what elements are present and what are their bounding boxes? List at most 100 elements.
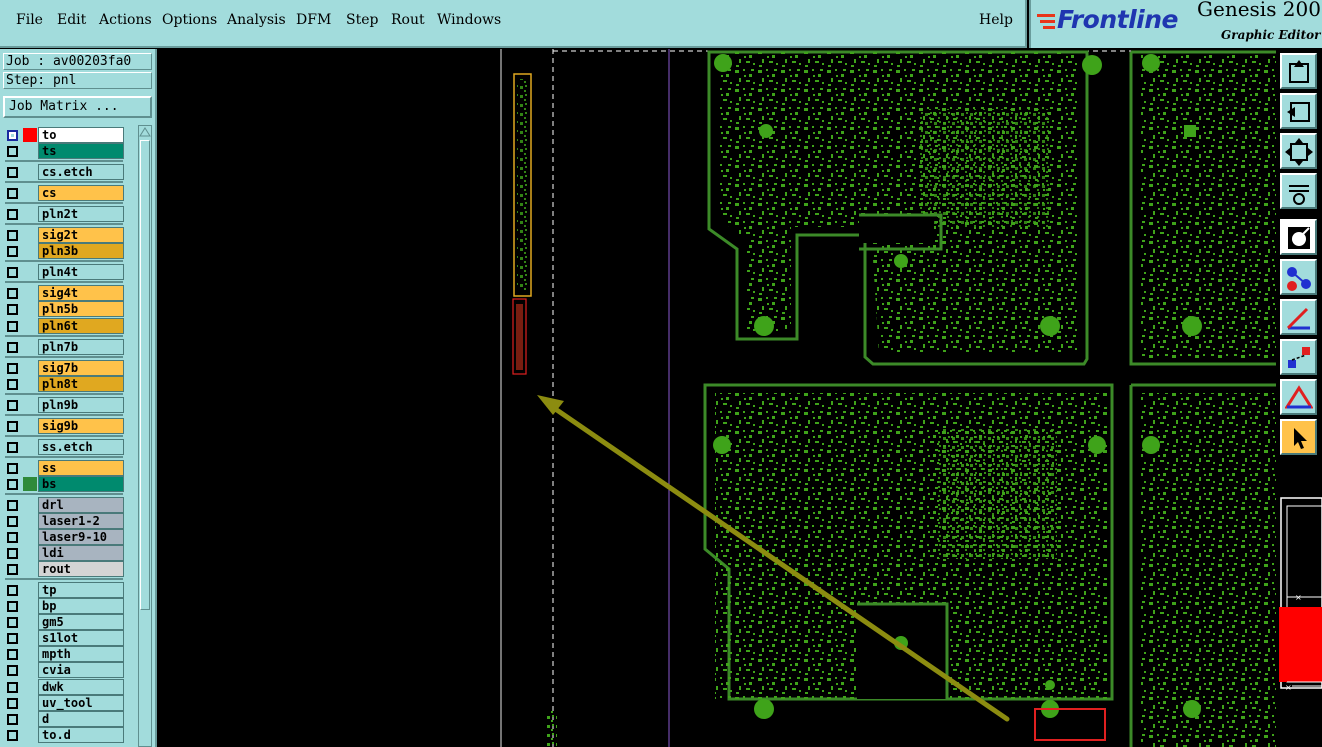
layer-row[interactable]: pln8t — [3, 375, 127, 392]
graphic-canvas[interactable] — [159, 49, 1276, 747]
layer-row[interactable]: to.d — [3, 726, 127, 743]
layer-checkbox[interactable] — [7, 209, 18, 221]
layer-color-swatch[interactable] — [23, 476, 37, 491]
triangle-button[interactable] — [1280, 379, 1317, 415]
job-matrix-button[interactable]: Job Matrix ... — [3, 96, 152, 118]
layer-checkbox[interactable] — [7, 167, 18, 179]
layer-name[interactable]: laser1-2 — [38, 513, 124, 529]
layer-row[interactable]: cs.etch — [3, 164, 127, 181]
pointer-button[interactable] — [1280, 419, 1317, 455]
layer-checkbox[interactable] — [7, 601, 18, 613]
pcb-panel-view[interactable] — [159, 49, 1276, 747]
menu-file[interactable]: File — [16, 12, 43, 28]
layer-name[interactable]: to — [38, 127, 124, 143]
layer-checkbox[interactable] — [7, 362, 18, 374]
layer-checkbox[interactable] — [7, 462, 18, 474]
layer-row[interactable]: cvia — [3, 662, 127, 679]
layer-row[interactable]: rout — [3, 561, 127, 578]
layer-checkbox[interactable] — [7, 478, 18, 490]
menu-options[interactable]: Options — [162, 12, 217, 28]
layer-checkbox[interactable] — [7, 697, 18, 709]
layer-name[interactable]: s1lot — [38, 630, 124, 647]
layer-name[interactable]: tp — [38, 582, 124, 599]
layer-name[interactable]: uv_tool — [38, 694, 124, 711]
layer-checkbox[interactable] — [7, 146, 18, 158]
layer-name[interactable]: ss — [38, 459, 124, 476]
layer-row[interactable]: sig4t — [3, 285, 127, 302]
layer-row[interactable]: ss.etch — [3, 438, 127, 455]
layer-name[interactable]: bp — [38, 598, 124, 615]
layer-name[interactable]: sig2t — [38, 227, 124, 244]
layer-checkbox[interactable] — [7, 420, 18, 432]
layer-row[interactable]: pln6t — [3, 317, 127, 334]
scroll-thumb[interactable] — [140, 140, 150, 610]
layer-checkbox[interactable] — [7, 617, 18, 629]
layer-row[interactable]: dwk — [3, 678, 127, 695]
layer-checkbox[interactable] — [7, 649, 18, 661]
menu-analysis[interactable]: Analysis — [227, 12, 286, 28]
scroll-up-arrow-icon[interactable] — [139, 126, 151, 138]
layer-row[interactable]: bp — [3, 598, 127, 615]
fit-screen-button[interactable] — [1280, 133, 1317, 169]
layer-name[interactable]: dwk — [38, 678, 124, 695]
zoom-home-button[interactable] — [1280, 53, 1317, 89]
layer-scrollbar[interactable] — [138, 125, 152, 747]
layer-row[interactable]: mpth — [3, 646, 127, 663]
layer-name[interactable]: pln9b — [38, 396, 124, 413]
layer-row[interactable]: laser9-10 — [3, 529, 127, 546]
layer-checkbox[interactable] — [7, 320, 18, 332]
layer-name[interactable]: ldi — [38, 545, 124, 562]
layer-checkbox[interactable] — [7, 304, 18, 316]
layer-row[interactable]: s1lot — [3, 630, 127, 647]
layer-color-swatch[interactable] — [23, 128, 37, 142]
layer-name[interactable]: pln5b — [38, 301, 124, 318]
layer-row[interactable]: uv_tool — [3, 694, 127, 711]
layer-row[interactable]: ts — [3, 143, 127, 160]
layer-checkbox[interactable] — [7, 288, 18, 300]
layer-name[interactable]: sig4t — [38, 285, 124, 302]
overview-map[interactable]: × × — [1279, 460, 1322, 747]
layer-row[interactable]: pln2t — [3, 206, 127, 223]
layer-row[interactable]: drl — [3, 496, 127, 513]
layer-name[interactable]: drl — [38, 496, 124, 513]
layer-checkbox[interactable] — [7, 378, 18, 390]
angle-button[interactable] — [1280, 299, 1317, 335]
layer-checkbox[interactable] — [7, 399, 18, 411]
layer-checkbox[interactable] — [7, 499, 18, 511]
layer-row[interactable]: ss — [3, 459, 127, 476]
layer-checkbox[interactable] — [7, 681, 18, 693]
layer-checkbox[interactable] — [7, 188, 18, 200]
layer-row[interactable]: sig9b — [3, 417, 127, 434]
menu-windows[interactable]: Windows — [437, 12, 501, 28]
layer-checkbox[interactable] — [7, 665, 18, 677]
layer-checkbox[interactable] — [7, 516, 18, 527]
layer-name[interactable]: pln2t — [38, 206, 124, 223]
layer-row[interactable]: cs — [3, 185, 127, 202]
layer-row[interactable]: sig2t — [3, 227, 127, 244]
layer-row[interactable]: laser1-2 — [3, 513, 127, 529]
layer-name[interactable]: ss.etch — [38, 438, 124, 455]
layer-row[interactable]: pln3b — [3, 243, 127, 260]
layer-row[interactable]: d — [3, 710, 127, 727]
layer-name[interactable]: pln8t — [38, 375, 124, 392]
layer-row[interactable]: bs — [3, 475, 127, 492]
layer-name[interactable]: laser9-10 — [38, 529, 124, 546]
menu-rout[interactable]: Rout — [391, 12, 425, 28]
layer-name[interactable]: rout — [38, 561, 124, 578]
layer-row[interactable]: gm5 — [3, 614, 127, 631]
layer-name[interactable]: pln3b — [38, 243, 124, 260]
menu-actions[interactable]: Actions — [99, 12, 152, 28]
layer-checkbox[interactable] — [7, 130, 18, 141]
layer-checkbox[interactable] — [7, 246, 18, 258]
layer-checkbox[interactable] — [7, 729, 18, 741]
layer-name[interactable]: cvia — [38, 662, 124, 679]
layer-name[interactable]: mpth — [38, 646, 124, 663]
layer-checkbox[interactable] — [7, 532, 18, 544]
layer-name[interactable]: bs — [38, 475, 124, 492]
layer-checkbox[interactable] — [7, 633, 18, 645]
layer-row[interactable]: pln9b — [3, 396, 127, 413]
menu-dfm[interactable]: DFM — [296, 12, 331, 28]
layer-name[interactable]: pln7b — [38, 338, 124, 355]
layer-name[interactable]: cs.etch — [38, 164, 124, 181]
layer-row[interactable]: to — [3, 127, 127, 143]
